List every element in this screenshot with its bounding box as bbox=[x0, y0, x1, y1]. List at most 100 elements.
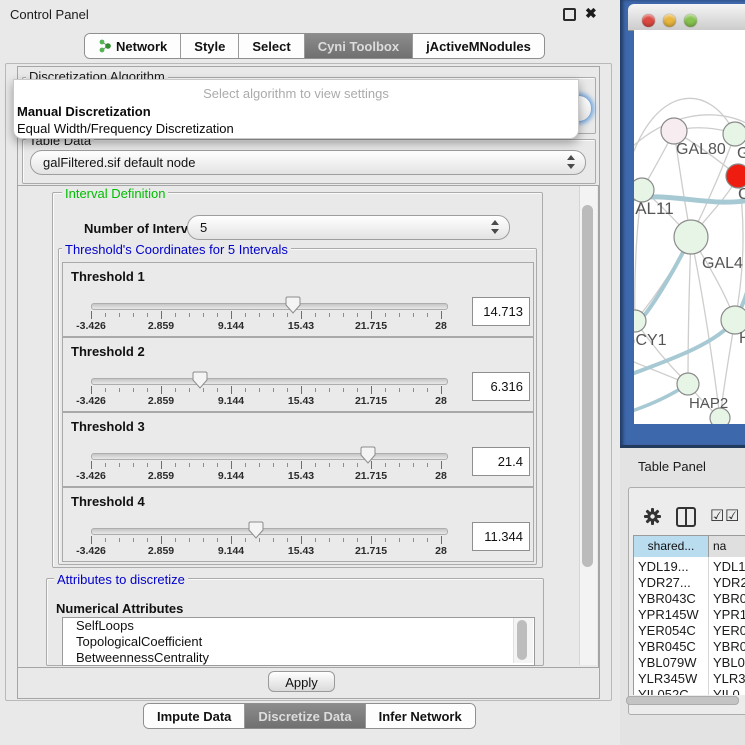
table-data-combobox[interactable]: galFiltered.sif default node bbox=[30, 150, 586, 175]
slider-major-tick bbox=[371, 536, 372, 544]
slider-minor-ticks bbox=[91, 388, 443, 392]
cell-shared-name: YBR043C bbox=[638, 591, 696, 606]
table-row[interactable]: YDR27...YDR2 bbox=[634, 575, 745, 591]
slider-major-tick bbox=[91, 536, 92, 544]
threshold-value-field[interactable]: 21.4 bbox=[472, 447, 530, 476]
slider-minor-ticks bbox=[91, 538, 443, 542]
slider-track[interactable] bbox=[91, 303, 448, 310]
combo-stepper-icon bbox=[567, 155, 575, 169]
slider-tick-label: -3.426 bbox=[69, 395, 113, 407]
network-edge bbox=[688, 237, 691, 384]
table-row[interactable]: YIL052CYIL0 bbox=[634, 687, 745, 695]
vertical-scrollbar-thumb[interactable] bbox=[582, 205, 593, 567]
interval-definition-group-title: Interval Definition bbox=[62, 186, 168, 201]
numerical-attributes-list[interactable]: SelfLoopsTopologicalCoefficientBetweenne… bbox=[62, 617, 535, 666]
dropdown-item-manual-discretization[interactable]: Manual Discretization bbox=[17, 104, 151, 119]
attributes-group-title: Attributes to discretize bbox=[54, 572, 188, 587]
attributes-scrollbar-thumb[interactable] bbox=[517, 620, 527, 660]
footer-tab-discretize-data[interactable]: Discretize Data bbox=[245, 704, 365, 728]
threshold-value-field[interactable]: 11.344 bbox=[472, 522, 530, 551]
table-row[interactable]: YBL079WYBL0 bbox=[634, 655, 745, 671]
threshold-block: Threshold 1-3.4262.8599.14415.4321.71528… bbox=[62, 262, 534, 337]
threshold-label: Threshold 2 bbox=[71, 344, 145, 359]
attribute-list-item[interactable]: BetweennessCentrality bbox=[63, 650, 534, 666]
network-node-label: GCY1 bbox=[634, 332, 667, 349]
table-hscrollbar-track[interactable] bbox=[626, 696, 741, 704]
network-window-titlebar[interactable] bbox=[628, 4, 745, 31]
table-hscrollbar-thumb[interactable] bbox=[626, 696, 739, 705]
number-of-intervals-combobox[interactable]: 5 bbox=[187, 215, 510, 240]
network-node[interactable] bbox=[726, 164, 745, 188]
slider-tick-label: 2.859 bbox=[139, 320, 183, 332]
close-icon[interactable]: ✖ bbox=[585, 6, 597, 20]
float-panel-icon[interactable] bbox=[563, 8, 576, 21]
footer-tab-impute-data[interactable]: Impute Data bbox=[144, 704, 245, 728]
zoom-traffic-light-icon[interactable] bbox=[684, 14, 697, 27]
split-columns-icon[interactable] bbox=[676, 507, 696, 527]
table-row[interactable]: YDL19...YDL1 bbox=[634, 559, 745, 575]
minimize-traffic-light-icon[interactable] bbox=[663, 14, 676, 27]
apply-button[interactable]: Apply bbox=[268, 671, 335, 692]
network-icon bbox=[98, 39, 111, 53]
slider-major-tick bbox=[161, 461, 162, 469]
checked-checkbox-icon[interactable]: ☑ bbox=[725, 506, 739, 525]
table-row[interactable]: YLR345WYLR3 bbox=[634, 671, 745, 687]
slider-tick-label: 28 bbox=[419, 470, 463, 482]
slider-major-tick bbox=[301, 536, 302, 544]
slider-major-tick bbox=[441, 536, 442, 544]
threshold-block: Threshold 3-3.4262.8599.14415.4321.71528… bbox=[62, 412, 534, 487]
network-canvas[interactable]: GAL80GAL11GAL4GCY1HAP2GCH bbox=[634, 30, 745, 424]
tab-jactivemnodules[interactable]: jActiveMNodules bbox=[413, 34, 544, 58]
combo-stepper-icon bbox=[491, 220, 499, 234]
network-node-label: GAL80 bbox=[676, 141, 726, 158]
gear-icon[interactable] bbox=[644, 508, 661, 525]
threshold-block: Threshold 4-3.4262.8599.14415.4321.71528… bbox=[62, 487, 534, 562]
tab-style[interactable]: Style bbox=[181, 34, 239, 58]
network-node[interactable] bbox=[677, 373, 699, 395]
slider-thumb[interactable] bbox=[248, 521, 264, 539]
dropdown-item-equal-width[interactable]: Equal Width/Frequency Discretization bbox=[17, 121, 234, 136]
checked-checkbox-icon[interactable]: ☑ bbox=[710, 506, 724, 525]
network-node[interactable] bbox=[723, 122, 745, 146]
column-header-shared[interactable]: shared... bbox=[633, 535, 709, 558]
slider-tick-label: 9.144 bbox=[209, 470, 253, 482]
slider-thumb[interactable] bbox=[192, 371, 208, 389]
tab-cyni-toolbox[interactable]: Cyni Toolbox bbox=[305, 34, 413, 58]
table-row[interactable]: YBR045CYBR0 bbox=[634, 639, 745, 655]
cell-shared-name: YBL079W bbox=[638, 655, 697, 670]
slider-track[interactable] bbox=[91, 453, 448, 460]
attribute-list-item[interactable]: SelfLoops bbox=[63, 618, 534, 634]
control-panel-tabbar: Network StyleSelect Cyni Toolbox jActiveMNo… bbox=[84, 33, 545, 59]
slider-tick-label: 2.859 bbox=[139, 395, 183, 407]
slider-major-tick bbox=[231, 386, 232, 394]
close-traffic-light-icon[interactable] bbox=[642, 14, 655, 27]
slider-track[interactable] bbox=[91, 528, 448, 535]
tab-label: Network bbox=[116, 39, 167, 54]
tab-select[interactable]: Select bbox=[239, 34, 304, 58]
slider-thumb[interactable] bbox=[285, 296, 301, 314]
cell-shared-name: YPR145W bbox=[638, 607, 699, 622]
network-node-label: GAL11 bbox=[634, 199, 674, 218]
table-row[interactable]: YPR145WYPR1 bbox=[634, 607, 745, 623]
tab-label: Cyni Toolbox bbox=[318, 39, 399, 54]
table-row[interactable]: YBR043CYBR0 bbox=[634, 591, 745, 607]
slider-major-tick bbox=[91, 461, 92, 469]
slider-major-tick bbox=[371, 386, 372, 394]
table-row[interactable]: YER054CYER0 bbox=[634, 623, 745, 639]
column-header-name[interactable]: na bbox=[708, 535, 745, 558]
network-node[interactable] bbox=[674, 220, 708, 254]
threshold-value-field[interactable]: 6.316 bbox=[472, 372, 530, 401]
slider-thumb[interactable] bbox=[360, 446, 376, 464]
slider-tick-label: 15.43 bbox=[279, 395, 323, 407]
slider-tick-label: -3.426 bbox=[69, 320, 113, 332]
tab-network[interactable]: Network bbox=[85, 34, 181, 58]
footer-tab-infer-network[interactable]: Infer Network bbox=[366, 704, 475, 728]
number-of-intervals-value: 5 bbox=[200, 220, 207, 235]
network-node-label: HAP2 bbox=[689, 395, 728, 412]
window-frame-edge bbox=[620, 445, 745, 448]
tab-label: jActiveMNodules bbox=[426, 39, 531, 54]
attribute-list-item[interactable]: TopologicalCoefficient bbox=[63, 634, 534, 650]
cell-shared-name: YBR045C bbox=[638, 639, 696, 654]
slider-track[interactable] bbox=[91, 378, 448, 385]
threshold-value-field[interactable]: 14.713 bbox=[472, 297, 530, 326]
